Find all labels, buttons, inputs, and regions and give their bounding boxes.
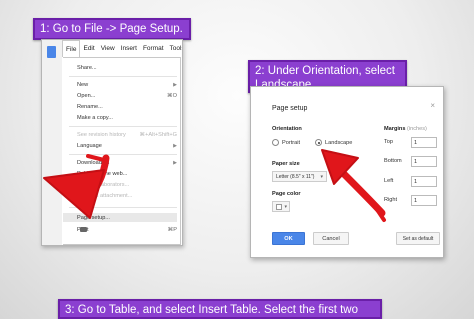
radio-circle (272, 139, 279, 146)
revision-history-label: See revision history (77, 131, 126, 138)
rename-label: Rename... (77, 103, 103, 110)
submenu-arrow-icon: ▶ (173, 142, 177, 149)
menu-item-open[interactable]: Open... ⌘O (77, 91, 177, 100)
margins-heading: Margins (inches) (384, 126, 427, 132)
email-attachment-label: Email as attachment... (77, 192, 133, 199)
language-label: Language (77, 142, 102, 149)
margin-left-row: Left 1 (384, 175, 440, 187)
close-icon[interactable]: × (430, 101, 435, 110)
submenu-arrow-icon: ▶ (173, 159, 177, 166)
margin-top-input[interactable]: 1 (411, 136, 437, 148)
paper-size-value: Letter (8.5" x 11") (276, 173, 315, 180)
radio-circle-selected (315, 139, 322, 146)
menu-item-email-collaborators[interactable]: Email collaborators... (77, 180, 177, 189)
menubar: File Edit View Insert Format Tools (62, 40, 182, 57)
open-shortcut: ⌘O (167, 92, 177, 99)
menu-item-new[interactable]: New ▶ (77, 80, 177, 89)
margin-left-input[interactable]: 1 (411, 175, 437, 187)
margin-top-label: Top (384, 139, 394, 145)
menu-insert[interactable]: Insert (118, 40, 140, 57)
margin-right-row: Right 1 (384, 194, 440, 206)
landscape-radio[interactable]: Landscape (315, 139, 352, 146)
menu-divider (69, 76, 177, 77)
margin-left-label: Left (384, 178, 394, 184)
margin-bottom-label: Bottom (384, 158, 402, 164)
menu-item-page-setup[interactable]: Page setup... (63, 213, 177, 222)
menu-item-share[interactable]: Share... (77, 63, 177, 72)
margins-label: Margins (384, 126, 406, 132)
email-collaborators-label: Email collaborators... (77, 181, 130, 188)
download-as-label: Download as (77, 159, 110, 166)
docs-logo-icon (47, 46, 56, 58)
menu-item-publish[interactable]: Publish to the web... (77, 169, 177, 178)
docs-sidebar (42, 40, 62, 245)
chevron-down-icon: ▾ (320, 174, 323, 180)
menu-item-make-copy[interactable]: Make a copy... (77, 113, 177, 122)
step1-text: 1: Go to File -> Page Setup. (40, 23, 183, 35)
share-label: Share... (77, 64, 97, 71)
page-setup-dialog: Page setup × Orientation Portrait Landsc… (250, 86, 444, 258)
file-menu-dropdown: Share... New ▶ Open... ⌘O Rename... Make a… (63, 57, 181, 245)
menu-edit[interactable]: Edit (80, 40, 97, 57)
menu-item-language[interactable]: Language ▶ (77, 141, 177, 150)
margins-unit: (inches) (407, 126, 427, 132)
set-default-button[interactable]: Set as default (396, 232, 440, 245)
menu-divider (69, 207, 177, 208)
open-label: Open... (77, 92, 96, 99)
new-label: New (77, 81, 89, 88)
paper-size-label: Paper size (272, 161, 300, 167)
menu-file[interactable]: File (62, 40, 81, 57)
menu-item-print[interactable]: Print ⌘P (77, 225, 177, 234)
margin-bottom-row: Bottom 1 (384, 155, 440, 167)
page-color-label: Page color (272, 191, 301, 197)
menu-item-download-as[interactable]: Download as ▶ (77, 158, 177, 167)
margin-top-row: Top 1 (384, 136, 440, 148)
printer-icon (80, 227, 87, 232)
orientation-label: Orientation (272, 126, 302, 132)
page-setup-label: Page setup... (77, 214, 110, 221)
margin-bottom-input[interactable]: 1 (411, 155, 437, 167)
step3-callout: 3: Go to Table, and select Insert Table.… (58, 299, 382, 319)
menu-item-email-attachment[interactable]: Email as attachment... (77, 191, 177, 200)
step3-text: 3: Go to Table, and select Insert Table.… (65, 304, 358, 316)
step1-callout: 1: Go to File -> Page Setup. (33, 18, 191, 40)
menu-view[interactable]: View (98, 40, 118, 57)
portrait-label: Portrait (282, 139, 301, 146)
make-copy-label: Make a copy... (77, 114, 113, 121)
revision-shortcut: ⌘+Alt+Shift+G (139, 131, 177, 138)
paper-size-select[interactable]: Letter (8.5" x 11") ▾ (272, 171, 327, 182)
menu-format[interactable]: Format (140, 40, 167, 57)
ok-button[interactable]: OK (272, 232, 305, 245)
menu-divider (69, 154, 177, 155)
menu-item-revision-history[interactable]: See revision history ⌘+Alt+Shift+G (77, 130, 177, 139)
publish-label: Publish to the web... (77, 170, 128, 177)
print-shortcut: ⌘P (167, 226, 177, 233)
chevron-down-icon: ▾ (284, 204, 287, 210)
dialog-title: Page setup (272, 105, 308, 112)
menu-tools[interactable]: Tools (167, 40, 182, 57)
menu-item-rename[interactable]: Rename... (77, 102, 177, 111)
landscape-label: Landscape (325, 139, 353, 146)
page-color-picker[interactable]: ▾ (272, 201, 290, 212)
menu-divider (69, 126, 177, 127)
submenu-arrow-icon: ▶ (173, 81, 177, 88)
portrait-radio[interactable]: Portrait (272, 139, 300, 146)
margin-right-input[interactable]: 1 (411, 194, 437, 206)
margin-right-label: Right (384, 197, 398, 203)
cancel-button[interactable]: Cancel (313, 232, 349, 245)
color-swatch-icon (276, 204, 282, 210)
file-menu-screenshot: File Edit View Insert Format Tools Share… (41, 39, 183, 246)
